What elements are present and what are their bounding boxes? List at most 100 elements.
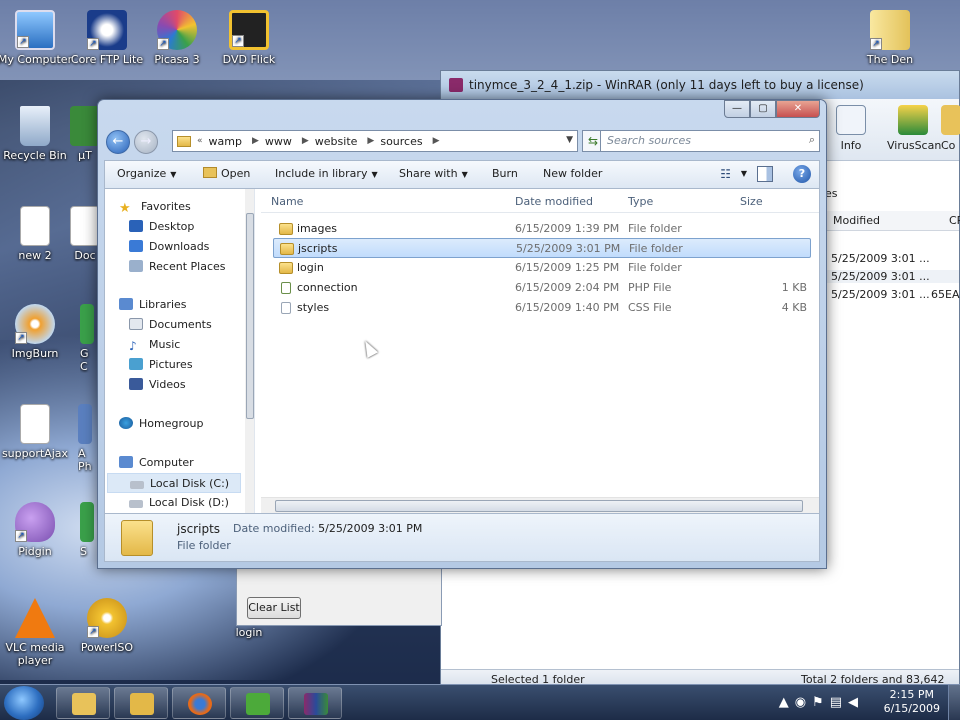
taskbar-notepad[interactable]	[56, 687, 110, 719]
share-with-button[interactable]: Share with ▼	[399, 167, 468, 180]
clear-list-button[interactable]: Clear List	[247, 597, 301, 619]
desktop-icon-my-computer[interactable]: ↗ My Computer	[0, 10, 75, 66]
explorer-icon	[130, 693, 154, 715]
column-date-modified[interactable]: Date modified	[515, 195, 593, 208]
column-name[interactable]: Name	[271, 195, 303, 208]
desktop-icon-utorrent[interactable]: µT	[70, 106, 100, 162]
nav-documents[interactable]: Documents	[129, 315, 254, 335]
desktop-icon-the-den[interactable]: ↗ The Den	[850, 10, 930, 66]
maximize-button[interactable]: ▢	[750, 100, 776, 118]
desktop-icon-poweriso[interactable]: ↗ PowerISO	[67, 598, 147, 654]
address-bar[interactable]: « wamp ▶ www ▶ website ▶ sources ▶ ▼	[172, 130, 578, 152]
desktop-icon-recycle-bin[interactable]: Recycle Bin	[0, 106, 75, 162]
scrollbar-thumb[interactable]	[246, 213, 254, 419]
breadcrumb-www[interactable]: www	[265, 135, 292, 148]
file-row-jscripts[interactable]: jscripts 5/25/2009 3:01 PM File folder	[273, 238, 811, 258]
scrollbar-thumb[interactable]	[275, 500, 803, 512]
winrar-row[interactable]: 5/25/2009 3:01 ...	[825, 270, 959, 283]
view-options-icon[interactable]: ☷	[720, 167, 731, 181]
nav-favorites[interactable]: ★ Favorites	[119, 197, 254, 217]
file-row-styles[interactable]: styles 6/15/2009 1:40 PM CSS File 4 KB	[273, 298, 811, 318]
start-button[interactable]	[4, 686, 44, 720]
nav-pictures[interactable]: Pictures	[129, 355, 254, 375]
open-button[interactable]: Open	[203, 167, 250, 180]
winrar-col-modified[interactable]: Modified	[833, 214, 880, 227]
desktop-icon-vlc[interactable]: VLC media player	[0, 598, 75, 667]
app-icon	[78, 404, 92, 444]
desktop-icon-core-ftp[interactable]: ↗ Core FTP Lite	[67, 10, 147, 66]
chevron-right-icon[interactable]: ▶	[367, 136, 374, 146]
show-desktop-button[interactable]	[948, 685, 960, 720]
forward-button[interactable]: →	[134, 130, 158, 154]
column-size[interactable]: Size	[740, 195, 763, 208]
winrar-titlebar[interactable]: tinymce_3_2_4_1.zip - WinRAR (only 11 da…	[441, 71, 959, 99]
winrar-row[interactable]: 5/25/2009 3:01 ...65EA9	[831, 288, 960, 301]
organize-button[interactable]: Organize ▼	[117, 167, 176, 180]
desktop-icon-login[interactable]: login	[209, 626, 289, 639]
search-input[interactable]: Search sources ⌕	[600, 130, 820, 152]
burn-button[interactable]: Burn	[492, 167, 518, 180]
breadcrumb-website[interactable]: website	[315, 135, 358, 148]
comment-icon	[941, 105, 960, 135]
explorer-titlebar[interactable]: — ▢ ✕	[98, 100, 826, 124]
close-button[interactable]: ✕	[776, 100, 820, 118]
nav-desktop[interactable]: Desktop	[129, 217, 254, 237]
taskbar-winrar[interactable]	[288, 687, 342, 719]
tray-volume-icon[interactable]: ◀	[848, 695, 864, 710]
desktop-icon-doc[interactable]: Doc	[70, 206, 100, 262]
file-row-connection[interactable]: connection 6/15/2009 2:04 PM PHP File 1 …	[273, 278, 811, 298]
nav-homegroup[interactable]: Homegroup	[119, 414, 254, 434]
comment-button[interactable]: Co	[941, 99, 960, 152]
nav-libraries[interactable]: Libraries	[119, 295, 254, 315]
back-button[interactable]: ←	[106, 130, 130, 154]
nav-recent-places[interactable]: Recent Places	[129, 257, 254, 277]
taskbar-dreamweaver[interactable]	[230, 687, 284, 719]
chevron-down-icon[interactable]: ▼	[566, 135, 573, 145]
nav-videos[interactable]: Videos	[129, 375, 254, 395]
app-icon	[80, 304, 94, 344]
file-row-login[interactable]: login 6/15/2009 1:25 PM File folder	[273, 258, 811, 278]
desktop-icon-pidgin[interactable]: ↗ Pidgin	[0, 502, 75, 558]
column-type[interactable]: Type	[628, 195, 653, 208]
desktop-icon-picasa[interactable]: ↗ Picasa 3	[137, 10, 217, 66]
breadcrumb-sources[interactable]: sources	[380, 135, 422, 148]
help-icon[interactable]: ?	[793, 165, 811, 183]
winrar-col-crc[interactable]: CR	[949, 214, 960, 227]
include-in-library-button[interactable]: Include in library ▼	[275, 167, 378, 180]
nav-local-disk-c[interactable]: Local Disk (C:)	[107, 473, 241, 493]
minimize-button[interactable]: —	[724, 100, 750, 118]
chevron-right-icon[interactable]: ▶	[433, 136, 440, 146]
winrar-row[interactable]: 5/25/2009 3:01 ...	[831, 252, 930, 265]
chevron-right-icon[interactable]: ▶	[252, 136, 259, 146]
notepad-icon	[72, 693, 96, 715]
horizontal-scrollbar[interactable]	[261, 497, 819, 513]
taskbar-explorer[interactable]	[114, 687, 168, 719]
tray-app-icon[interactable]: ◉	[795, 695, 812, 710]
preview-pane-icon[interactable]	[757, 166, 773, 182]
desktop-icon-dvd-flick[interactable]: ↗ DVD Flick	[209, 10, 289, 66]
nav-computer[interactable]: Computer	[119, 453, 254, 473]
virusscan-button[interactable]: VirusScan	[887, 99, 941, 152]
desktop-icon-imgburn[interactable]: ↗ ImgBurn	[0, 304, 75, 360]
breadcrumb-wamp[interactable]: wamp	[209, 135, 242, 148]
tray-network-icon[interactable]: ▤	[830, 695, 848, 710]
clock[interactable]: 2:15 PM 6/15/2009	[884, 688, 940, 716]
explorer-window[interactable]: — ▢ ✕ ← → « wamp ▶ www ▶ website ▶ sources ▶…	[97, 99, 827, 569]
nav-downloads[interactable]: Downloads	[129, 237, 254, 257]
nav-local-disk-d[interactable]: Local Disk (D:)	[129, 493, 254, 513]
breadcrumb-overflow-icon[interactable]: «	[197, 136, 203, 146]
nav-music[interactable]: ♪ Music	[129, 335, 254, 355]
taskbar-firefox[interactable]	[172, 687, 226, 719]
tray-arrow-icon[interactable]: ▲	[779, 695, 795, 710]
desktop-icon-support-ajax[interactable]: supportAjax	[0, 404, 75, 460]
chevron-down-icon[interactable]: ▼	[741, 169, 747, 178]
file-row-images[interactable]: images 6/15/2009 1:39 PM File folder	[273, 219, 811, 239]
folder-icon	[280, 243, 294, 255]
navigation-scrollbar[interactable]	[245, 189, 254, 513]
search-icon[interactable]: ⌕	[809, 133, 815, 147]
desktop-icon-new-2[interactable]: new 2	[0, 206, 75, 262]
new-folder-button[interactable]: New folder	[543, 167, 602, 180]
tray-flag-icon[interactable]: ⚑	[812, 695, 830, 710]
chevron-right-icon[interactable]: ▶	[302, 136, 309, 146]
info-button[interactable]: Info	[825, 99, 877, 152]
